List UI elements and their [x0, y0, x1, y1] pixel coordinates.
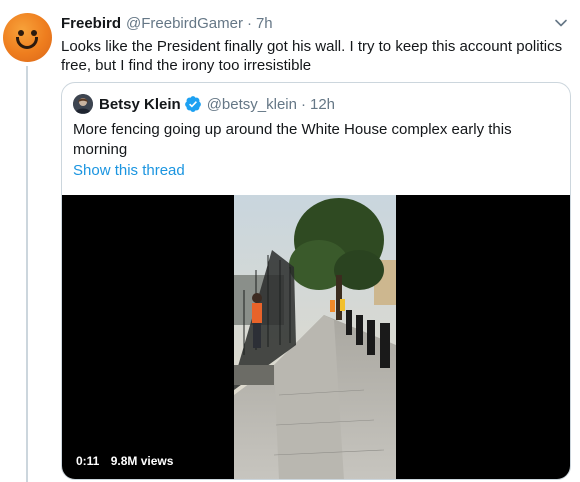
tweet-header: Freebird @FreebirdGamer · 7h: [61, 13, 273, 33]
avatar-eye-right: [31, 30, 37, 36]
quoted-author-handle[interactable]: @betsy_klein: [207, 96, 297, 113]
chevron-down-icon[interactable]: [554, 16, 568, 30]
verified-badge-icon: [184, 96, 201, 112]
quoted-tweet[interactable]: Betsy Klein @betsy_klein · 12h More fenc…: [61, 82, 571, 480]
video-views: 9.8M views: [110, 454, 174, 468]
separator-dot: ·: [300, 95, 306, 113]
thread-line: [26, 66, 28, 482]
tweet-timestamp[interactable]: 7h: [256, 15, 273, 32]
quoted-tweet-text: More fencing going up around the White H…: [73, 121, 512, 158]
avatar-smile: [16, 37, 38, 49]
video-duration: 0:11: [76, 454, 100, 468]
quoted-tweet-timestamp[interactable]: 12h: [310, 96, 335, 113]
quoted-author-name[interactable]: Betsy Klein: [99, 96, 181, 113]
quoted-avatar[interactable]: [73, 94, 93, 114]
separator-dot: ·: [246, 14, 252, 32]
video-player[interactable]: 0:11 9.8M views: [62, 195, 570, 479]
tweet-text: Looks like the President finally got his…: [61, 38, 563, 74]
quoted-tweet-header: Betsy Klein @betsy_klein · 12h: [73, 93, 335, 115]
tweet[interactable]: Freebird @FreebirdGamer · 7h Looks like …: [0, 0, 580, 482]
video-frame: [234, 195, 396, 479]
author-name[interactable]: Freebird: [61, 15, 121, 32]
quoted-avatar-image: [73, 94, 93, 114]
show-thread-link[interactable]: Show this thread: [73, 162, 185, 179]
avatar[interactable]: [3, 13, 52, 62]
video-stats: 0:11 9.8M views: [76, 454, 173, 468]
author-handle[interactable]: @FreebirdGamer: [126, 15, 243, 32]
avatar-eye-left: [18, 30, 24, 36]
